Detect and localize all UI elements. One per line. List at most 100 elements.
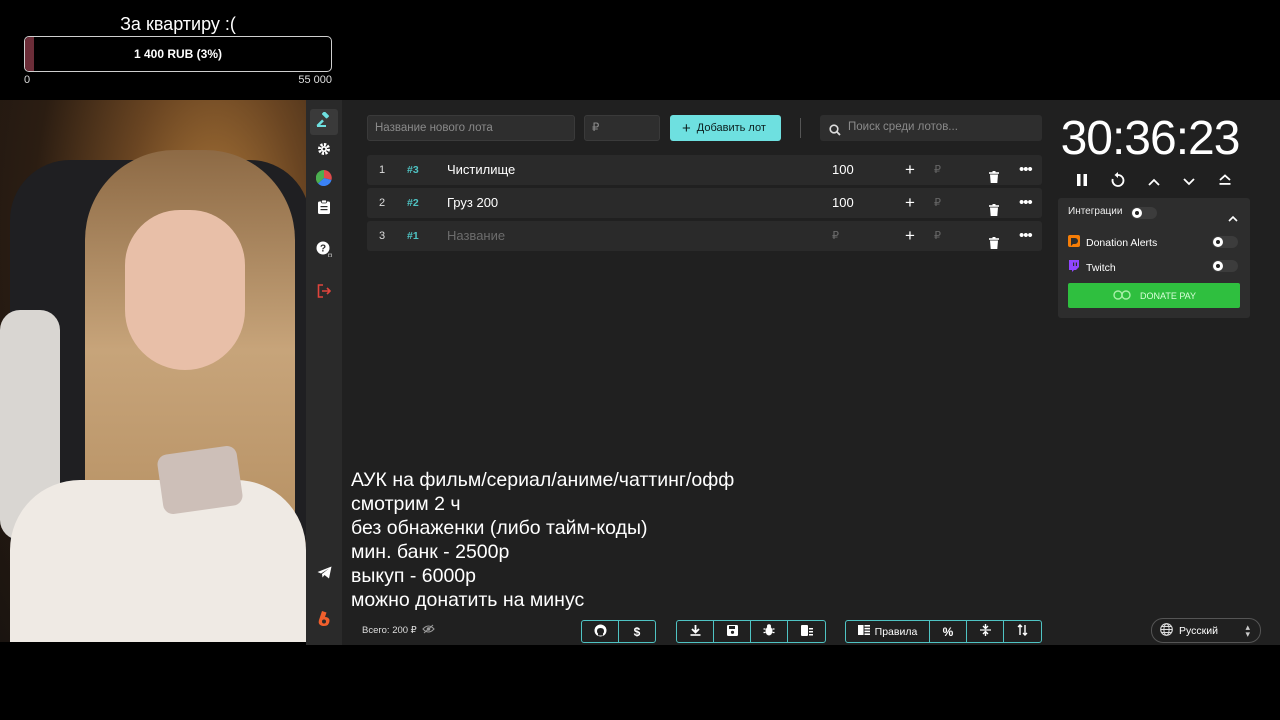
sidebar-item-settings[interactable] (310, 138, 338, 164)
gavel-icon (316, 111, 332, 133)
boosty-icon (317, 610, 331, 632)
sidebar-item-stats[interactable] (310, 167, 338, 193)
lot-add-amount-button[interactable]: + (905, 221, 915, 251)
language-select[interactable]: Русский ▴ ▾ (1151, 618, 1261, 643)
sidebar-item-boosty[interactable] (310, 608, 338, 634)
search-icon (829, 121, 841, 145)
lot-name-field[interactable]: Груз 200 (447, 188, 498, 218)
chevron-up-icon (1148, 173, 1160, 191)
sidebar-item-history[interactable] (310, 196, 338, 222)
add-lot-label: Добавить лот (696, 122, 766, 134)
links-button-group: $ (581, 620, 656, 643)
donation-goal: За квартиру :( 1 400 RUB (3%) 0 55 000 (24, 12, 332, 86)
chevron-down-icon (1183, 173, 1195, 191)
sort-button[interactable] (1004, 621, 1041, 642)
rules-line: можно донатить на минус (351, 589, 585, 611)
rules-line: мин. банк - 2500р (351, 541, 510, 563)
bug-report-button[interactable] (751, 621, 788, 642)
compress-icon (979, 624, 991, 639)
percent-button[interactable]: % (930, 621, 967, 642)
donate-pay-button[interactable]: DONATE PAY (1068, 283, 1240, 308)
lot-add-amount-input[interactable]: ₽ (934, 221, 941, 251)
lot-amount: 100 (832, 162, 854, 177)
svg-text:?: ? (320, 243, 326, 254)
save-button[interactable] (714, 621, 751, 642)
restart-icon (1110, 171, 1126, 193)
donationalerts-icon (1068, 235, 1080, 250)
auction-timer: 30:36:23 (1060, 112, 1241, 165)
lot-add-amount-button[interactable]: + (905, 155, 915, 185)
goal-scale: 0 55 000 (24, 74, 332, 86)
more-options-icon[interactable]: ••• (1019, 155, 1033, 185)
timer-controls (1068, 170, 1248, 194)
gear-icon (317, 142, 331, 161)
github-icon (594, 624, 607, 640)
trash-icon[interactable] (989, 230, 999, 260)
rules-line: АУК на фильм/сериал/аниме/чаттинг/офф (351, 469, 735, 491)
percent-icon: % (942, 624, 954, 639)
reset-timer-button[interactable] (1106, 170, 1130, 194)
add-time-button[interactable] (1142, 170, 1166, 194)
globe-icon (1160, 622, 1173, 639)
subtract-time-button[interactable] (1177, 170, 1201, 194)
goal-progress-bar: 1 400 RUB (3%) (24, 36, 332, 72)
lot-add-amount-button[interactable]: + (905, 188, 915, 218)
donate-button[interactable]: $ (619, 621, 655, 642)
rules-button[interactable]: Правила (846, 621, 930, 642)
webcam-person-face (125, 210, 245, 370)
goal-min-label: 0 (24, 74, 31, 86)
more-options-icon[interactable]: ••• (1019, 188, 1033, 218)
save-icon (726, 624, 738, 639)
sidebar-item-logout[interactable] (310, 280, 338, 306)
clipboard-icon (318, 199, 330, 219)
donation-alerts-toggle[interactable] (1212, 236, 1238, 248)
pause-button[interactable] (1070, 170, 1094, 194)
new-lot-amount-input[interactable]: ₽ (584, 115, 660, 141)
lot-add-amount-input[interactable]: ₽ (934, 155, 941, 185)
integration-name: Twitch (1086, 261, 1116, 274)
load-file-button[interactable] (788, 621, 825, 642)
integrations-panel: Интеграции Donation Alerts Twitch DONATE… (1058, 198, 1250, 318)
pause-icon (1076, 173, 1088, 192)
sort-arrows-icon (1017, 624, 1028, 639)
search-lots-input[interactable]: Поиск среди лотов... (820, 115, 1042, 141)
rules-book-icon (857, 625, 870, 638)
goal-title: За квартиру :( (120, 14, 236, 34)
goal-max-label: 55 000 (298, 74, 332, 86)
lot-index: 3 (379, 230, 386, 242)
integration-donation-alerts: Donation Alerts (1068, 235, 1157, 250)
lot-add-amount-input[interactable]: ₽ (934, 188, 941, 218)
dollar-icon: $ (633, 624, 641, 639)
plus-icon: + (682, 119, 691, 137)
integration-name: Donation Alerts (1086, 236, 1158, 249)
merge-lots-button[interactable] (967, 621, 1004, 642)
lot-amount: 100 (832, 195, 854, 210)
github-button[interactable] (582, 621, 619, 642)
donate-pay-logo-icon (1112, 289, 1132, 302)
goal-progress-text: 1 400 RUB (3%) (133, 47, 223, 61)
add-lot-button[interactable]: + Добавить лот (670, 115, 781, 141)
file-button-group (676, 620, 826, 643)
sidebar: ? (306, 100, 342, 645)
lot-id-tag: #1 (407, 230, 419, 242)
chevron-up-icon[interactable] (1228, 209, 1238, 227)
sidebar-item-auction[interactable] (310, 109, 338, 135)
lot-id-tag: #3 (407, 164, 419, 176)
rules-line: выкуп - 6000р (351, 565, 476, 587)
sidebar-item-telegram[interactable] (310, 562, 338, 588)
lot-id-tag: #2 (407, 197, 419, 209)
integrations-toggle[interactable] (1131, 207, 1157, 219)
lot-index: 2 (379, 197, 386, 209)
more-options-icon[interactable]: ••• (1019, 221, 1033, 251)
lot-name-field[interactable]: Название (447, 221, 505, 251)
new-lot-name-input[interactable]: Название нового лота (367, 115, 575, 141)
download-button[interactable] (677, 621, 714, 642)
lot-name-field[interactable]: Чистилище (447, 155, 515, 185)
webcam-feed (0, 100, 306, 642)
rules-line: смотрим 2 ч (351, 493, 461, 515)
double-time-button[interactable] (1213, 170, 1237, 194)
twitch-toggle[interactable] (1212, 260, 1238, 272)
sidebar-item-help[interactable]: ? (310, 238, 338, 264)
eye-off-icon[interactable] (421, 624, 435, 637)
language-value: Русский (1179, 624, 1218, 637)
